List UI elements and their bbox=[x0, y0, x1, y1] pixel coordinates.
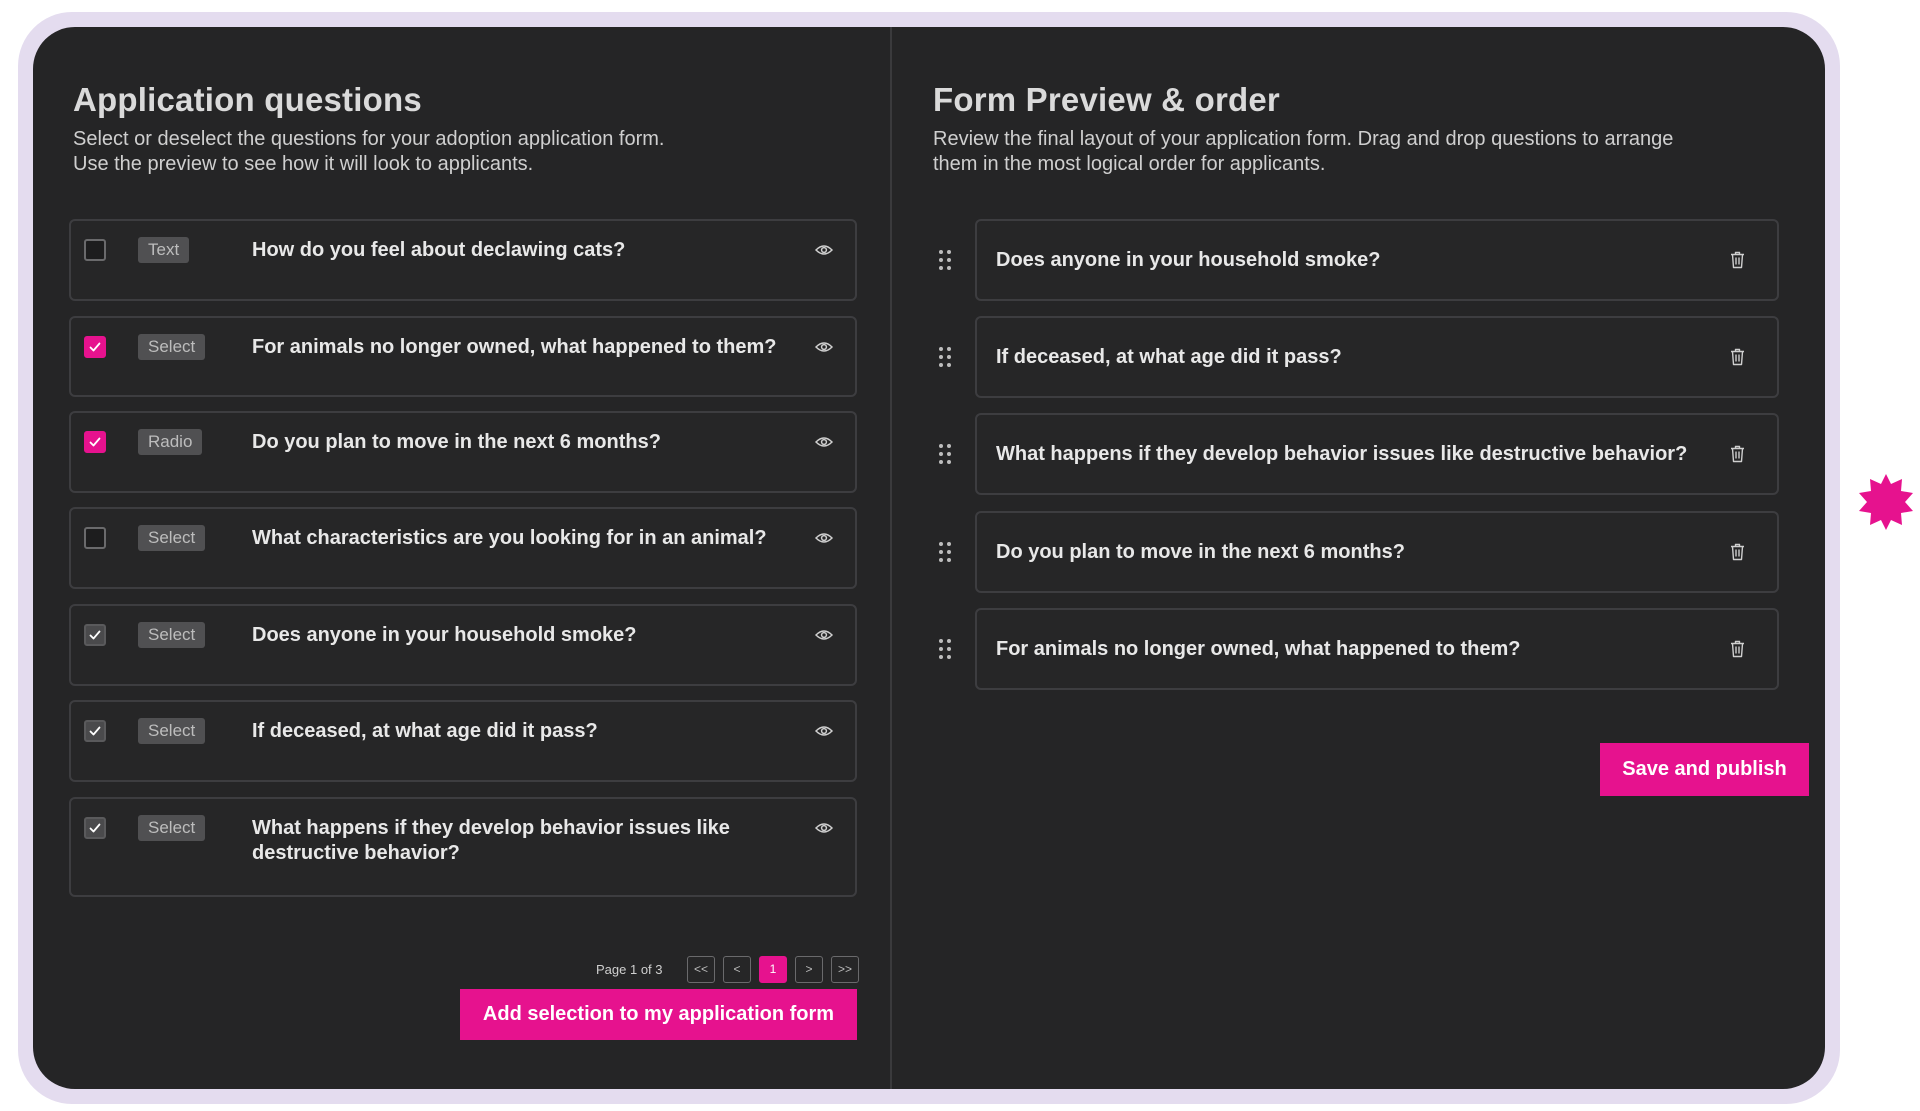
question-text: What happens if they develop behavior is… bbox=[252, 817, 730, 864]
next-page-button[interactable]: > bbox=[795, 956, 823, 983]
trash-icon[interactable] bbox=[1730, 445, 1745, 463]
question-type-badge: Select bbox=[138, 718, 206, 744]
page-indicator: Page 1 of 3 bbox=[596, 962, 663, 977]
starburst-icon bbox=[1859, 474, 1913, 530]
eye-icon[interactable] bbox=[815, 341, 833, 353]
drag-handle-icon[interactable] bbox=[938, 542, 952, 562]
add-selection-button[interactable]: Add selection to my application form bbox=[460, 989, 857, 1040]
application-questions-description: Select or deselect the questions for you… bbox=[73, 128, 665, 175]
question-type-badge: Select bbox=[138, 334, 206, 360]
check-icon bbox=[89, 630, 101, 640]
preview-row[interactable]: For animals no longer owned, what happen… bbox=[975, 608, 1779, 690]
check-icon bbox=[89, 823, 101, 833]
first-page-button[interactable]: << bbox=[687, 956, 715, 983]
save-and-publish-button[interactable]: Save and publish bbox=[1600, 743, 1809, 796]
check-icon bbox=[89, 726, 101, 736]
trash-icon[interactable] bbox=[1730, 640, 1745, 658]
trash-icon[interactable] bbox=[1730, 543, 1745, 561]
eye-icon[interactable] bbox=[815, 725, 833, 737]
form-preview-title: Form Preview & order bbox=[933, 81, 1280, 118]
question-type-badge: Select bbox=[138, 815, 206, 841]
current-page-button[interactable]: 1 bbox=[759, 956, 787, 983]
drag-handle-icon[interactable] bbox=[938, 639, 952, 659]
question-text: If deceased, at what age did it pass? bbox=[252, 720, 598, 742]
last-page-button[interactable]: >> bbox=[831, 956, 859, 983]
question-checkbox[interactable] bbox=[84, 431, 106, 453]
question-row[interactable]: Select What characteristics are you looki… bbox=[69, 507, 857, 589]
eye-icon[interactable] bbox=[815, 532, 833, 544]
question-text: What characteristics are you looking for… bbox=[252, 527, 767, 549]
check-icon bbox=[89, 342, 101, 352]
drag-handle-icon[interactable] bbox=[938, 250, 952, 270]
preview-question-text: Does anyone in your household smoke? bbox=[996, 249, 1381, 271]
eye-icon[interactable] bbox=[815, 629, 833, 641]
question-checkbox[interactable] bbox=[84, 720, 106, 742]
column-divider bbox=[890, 27, 892, 1089]
question-checkbox[interactable] bbox=[84, 624, 106, 646]
question-text: How do you feel about declawing cats? bbox=[252, 239, 626, 261]
question-type-badge: Select bbox=[138, 525, 206, 551]
preview-question-text: What happens if they develop behavior is… bbox=[996, 443, 1688, 465]
eye-icon[interactable] bbox=[815, 244, 833, 256]
main-panel: Application questions Select or deselect… bbox=[33, 27, 1825, 1089]
question-row[interactable]: Radio Do you plan to move in the next 6 m… bbox=[69, 411, 857, 493]
question-text: For animals no longer owned, what happen… bbox=[252, 336, 777, 358]
preview-question-text: For animals no longer owned, what happen… bbox=[996, 638, 1521, 660]
question-row[interactable]: Select What happens if they develop behav… bbox=[69, 797, 857, 897]
check-icon bbox=[89, 437, 101, 447]
question-row[interactable]: Select For animals no longer owned, what … bbox=[69, 316, 857, 397]
eye-icon[interactable] bbox=[815, 822, 833, 834]
question-checkbox[interactable] bbox=[84, 817, 106, 839]
eye-icon[interactable] bbox=[815, 436, 833, 448]
drag-handle-icon[interactable] bbox=[938, 347, 952, 367]
application-questions-title: Application questions bbox=[73, 81, 422, 118]
trash-icon[interactable] bbox=[1730, 251, 1745, 269]
drag-handle-icon[interactable] bbox=[938, 444, 952, 464]
question-checkbox[interactable] bbox=[84, 527, 106, 549]
question-text: Do you plan to move in the next 6 months… bbox=[252, 431, 661, 453]
previous-page-button[interactable]: < bbox=[723, 956, 751, 983]
question-text: Does anyone in your household smoke? bbox=[252, 624, 637, 646]
question-checkbox[interactable] bbox=[84, 239, 106, 261]
question-type-badge: Radio bbox=[138, 429, 203, 455]
preview-question-text: Do you plan to move in the next 6 months… bbox=[996, 541, 1405, 563]
preview-row[interactable]: What happens if they develop behavior is… bbox=[975, 413, 1779, 495]
form-preview-description: Review the final layout of your applicat… bbox=[933, 128, 1674, 175]
question-type-badge: Text bbox=[138, 237, 190, 263]
preview-question-text: If deceased, at what age did it pass? bbox=[996, 346, 1342, 368]
preview-row[interactable]: If deceased, at what age did it pass? bbox=[975, 316, 1779, 398]
preview-row[interactable]: Do you plan to move in the next 6 months… bbox=[975, 511, 1779, 593]
question-checkbox[interactable] bbox=[84, 336, 106, 358]
trash-icon[interactable] bbox=[1730, 348, 1745, 366]
preview-row[interactable]: Does anyone in your household smoke? bbox=[975, 219, 1779, 301]
pagination: Page 1 of 3 << < 1 > >> bbox=[33, 956, 859, 984]
question-type-badge: Select bbox=[138, 622, 206, 648]
question-row[interactable]: Text How do you feel about declawing cats… bbox=[69, 219, 857, 301]
question-row[interactable]: Select Does anyone in your household smok… bbox=[69, 604, 857, 686]
question-row[interactable]: Select If deceased, at what age did it pa… bbox=[69, 700, 857, 782]
